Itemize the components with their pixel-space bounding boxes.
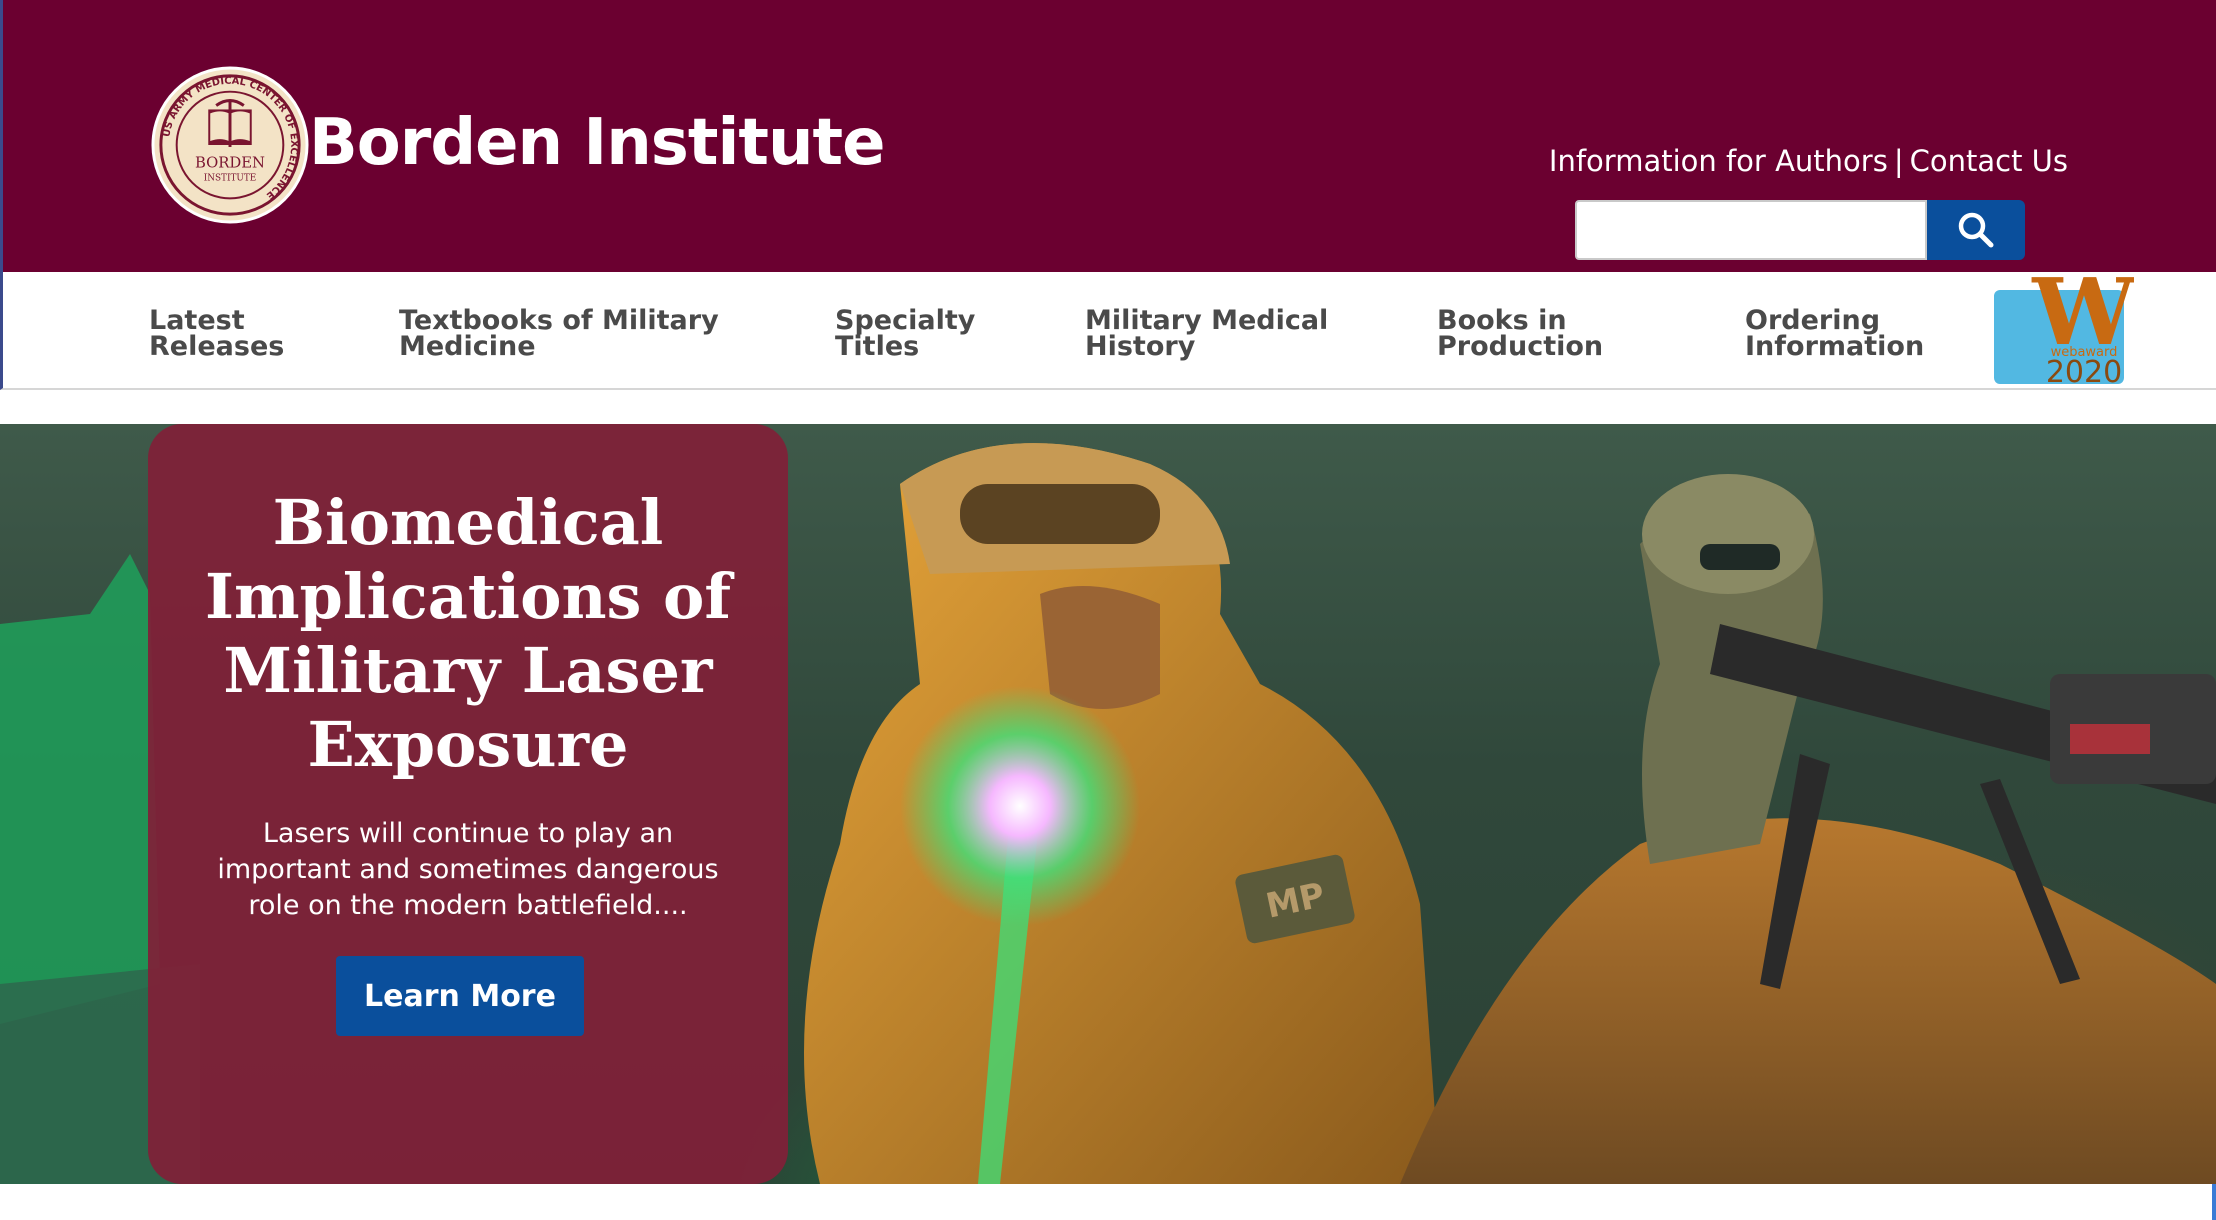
borden-institute-seal[interactable]: US ARMY MEDICAL CENTER OF EXCELLENCE BOR… — [151, 66, 309, 224]
hero-title: Biomedical Implications of Military Lase… — [204, 486, 732, 781]
nav-latest-releases[interactable]: Latest Releases — [149, 307, 285, 362]
nav-label-line2: Production — [1437, 331, 1604, 362]
webaward-2020-badge[interactable]: W webaward 2020 — [1994, 272, 2134, 384]
learn-more-button[interactable]: Learn More — [336, 956, 584, 1036]
svg-text:BORDEN: BORDEN — [195, 155, 265, 172]
main-navigation: Latest Releases Textbooks of Military Me… — [0, 272, 2216, 390]
utility-links: Information for Authors | Contact Us — [1549, 144, 2068, 178]
site-title[interactable]: Borden Institute — [309, 106, 886, 180]
nav-textbooks-of-military-medicine[interactable]: Textbooks of Military Medicine — [399, 307, 719, 362]
search-input[interactable] — [1575, 200, 1927, 260]
nav-label-line2: History — [1085, 331, 1196, 362]
nav-military-medical-history[interactable]: Military Medical History — [1085, 307, 1328, 362]
svg-text:INSTITUTE: INSTITUTE — [204, 174, 257, 184]
contact-us-link[interactable]: Contact Us — [1910, 144, 2068, 178]
search-button[interactable] — [1927, 200, 2025, 260]
nav-label-line2: Information — [1745, 331, 1925, 362]
scrollbar-edge[interactable] — [2212, 1184, 2216, 1220]
link-separator: | — [1893, 144, 1904, 178]
search-icon — [1958, 212, 1994, 248]
site-header: US ARMY MEDICAL CENTER OF EXCELLENCE BOR… — [0, 0, 2216, 272]
information-for-authors-link[interactable]: Information for Authors — [1549, 144, 1888, 178]
hero-feature-card: Biomedical Implications of Military Lase… — [148, 424, 788, 1184]
nav-specialty-titles[interactable]: Specialty Titles — [835, 307, 975, 362]
nav-label-line2: Titles — [835, 331, 920, 362]
hero-description: Lasers will continue to play an importan… — [217, 818, 719, 921]
nav-label-line2: Releases — [149, 331, 285, 362]
nav-ordering-information[interactable]: Ordering Information — [1745, 307, 1925, 362]
nav-books-in-production[interactable]: Books in Production — [1437, 307, 1604, 362]
svg-text:2020: 2020 — [2046, 355, 2122, 384]
hero-banner: MP Biomedical Implications of Military L… — [0, 424, 2216, 1184]
nav-label-line2: Medicine — [399, 331, 536, 362]
